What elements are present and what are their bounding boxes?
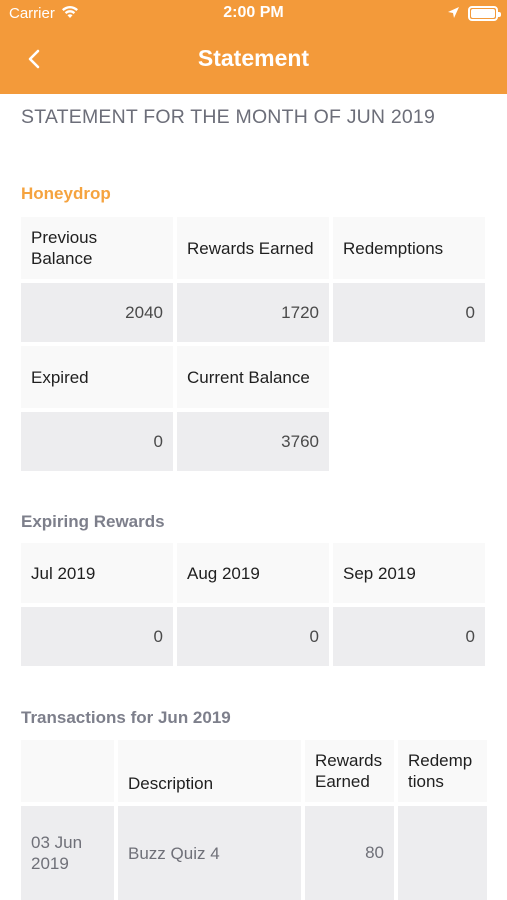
- battery-icon: [468, 6, 501, 21]
- rewards-earned-value: 1720: [177, 283, 329, 342]
- expiring-month-header: Aug 2019: [177, 543, 329, 603]
- nav-header: Carrier 2:00 PM Statement: [0, 0, 507, 94]
- expiring-month-value: 0: [21, 607, 173, 666]
- previous-balance-header: Previous Balance: [21, 217, 173, 279]
- redemptions-header: Redemp tions: [398, 740, 487, 802]
- rewards-earned-header: Rewards Earned: [305, 740, 394, 802]
- location-arrow-icon: [447, 6, 460, 24]
- expired-header: Expired: [21, 346, 173, 408]
- date-header: [21, 740, 114, 802]
- statement-heading: STATEMENT FOR THE MONTH OF JUN 2019: [21, 106, 436, 128]
- transaction-date: 03 Jun 2019: [21, 806, 114, 900]
- transaction-rewards: 80: [305, 806, 394, 900]
- expiring-month-value: 0: [177, 607, 329, 666]
- expiring-month-value: 0: [333, 607, 485, 666]
- description-header: Description: [118, 740, 301, 802]
- current-balance-value: 3760: [177, 412, 329, 471]
- page-title: Statement: [197, 45, 310, 71]
- expired-value: 0: [21, 412, 173, 471]
- expiring-month-header: Sep 2019: [333, 543, 485, 603]
- status-time: 2:00 PM: [223, 4, 284, 21]
- transactions-title: Transactions for Jun 2019: [21, 708, 231, 727]
- current-balance-header: Current Balance: [177, 346, 329, 408]
- previous-balance-value: 2040: [21, 283, 173, 342]
- status-bar: Carrier 2:00 PM: [0, 0, 507, 28]
- honeydrop-section-title: Honeydrop: [21, 184, 111, 203]
- redemptions-header: Redemptions: [333, 217, 485, 279]
- transaction-redemptions: [398, 806, 487, 900]
- expiring-rewards-title: Expiring Rewards: [21, 512, 165, 531]
- redemptions-value: 0: [333, 283, 485, 342]
- transaction-description: Buzz Quiz 4: [118, 806, 301, 900]
- rewards-earned-header: Rewards Earned: [177, 217, 329, 279]
- expiring-month-header: Jul 2019: [21, 543, 173, 603]
